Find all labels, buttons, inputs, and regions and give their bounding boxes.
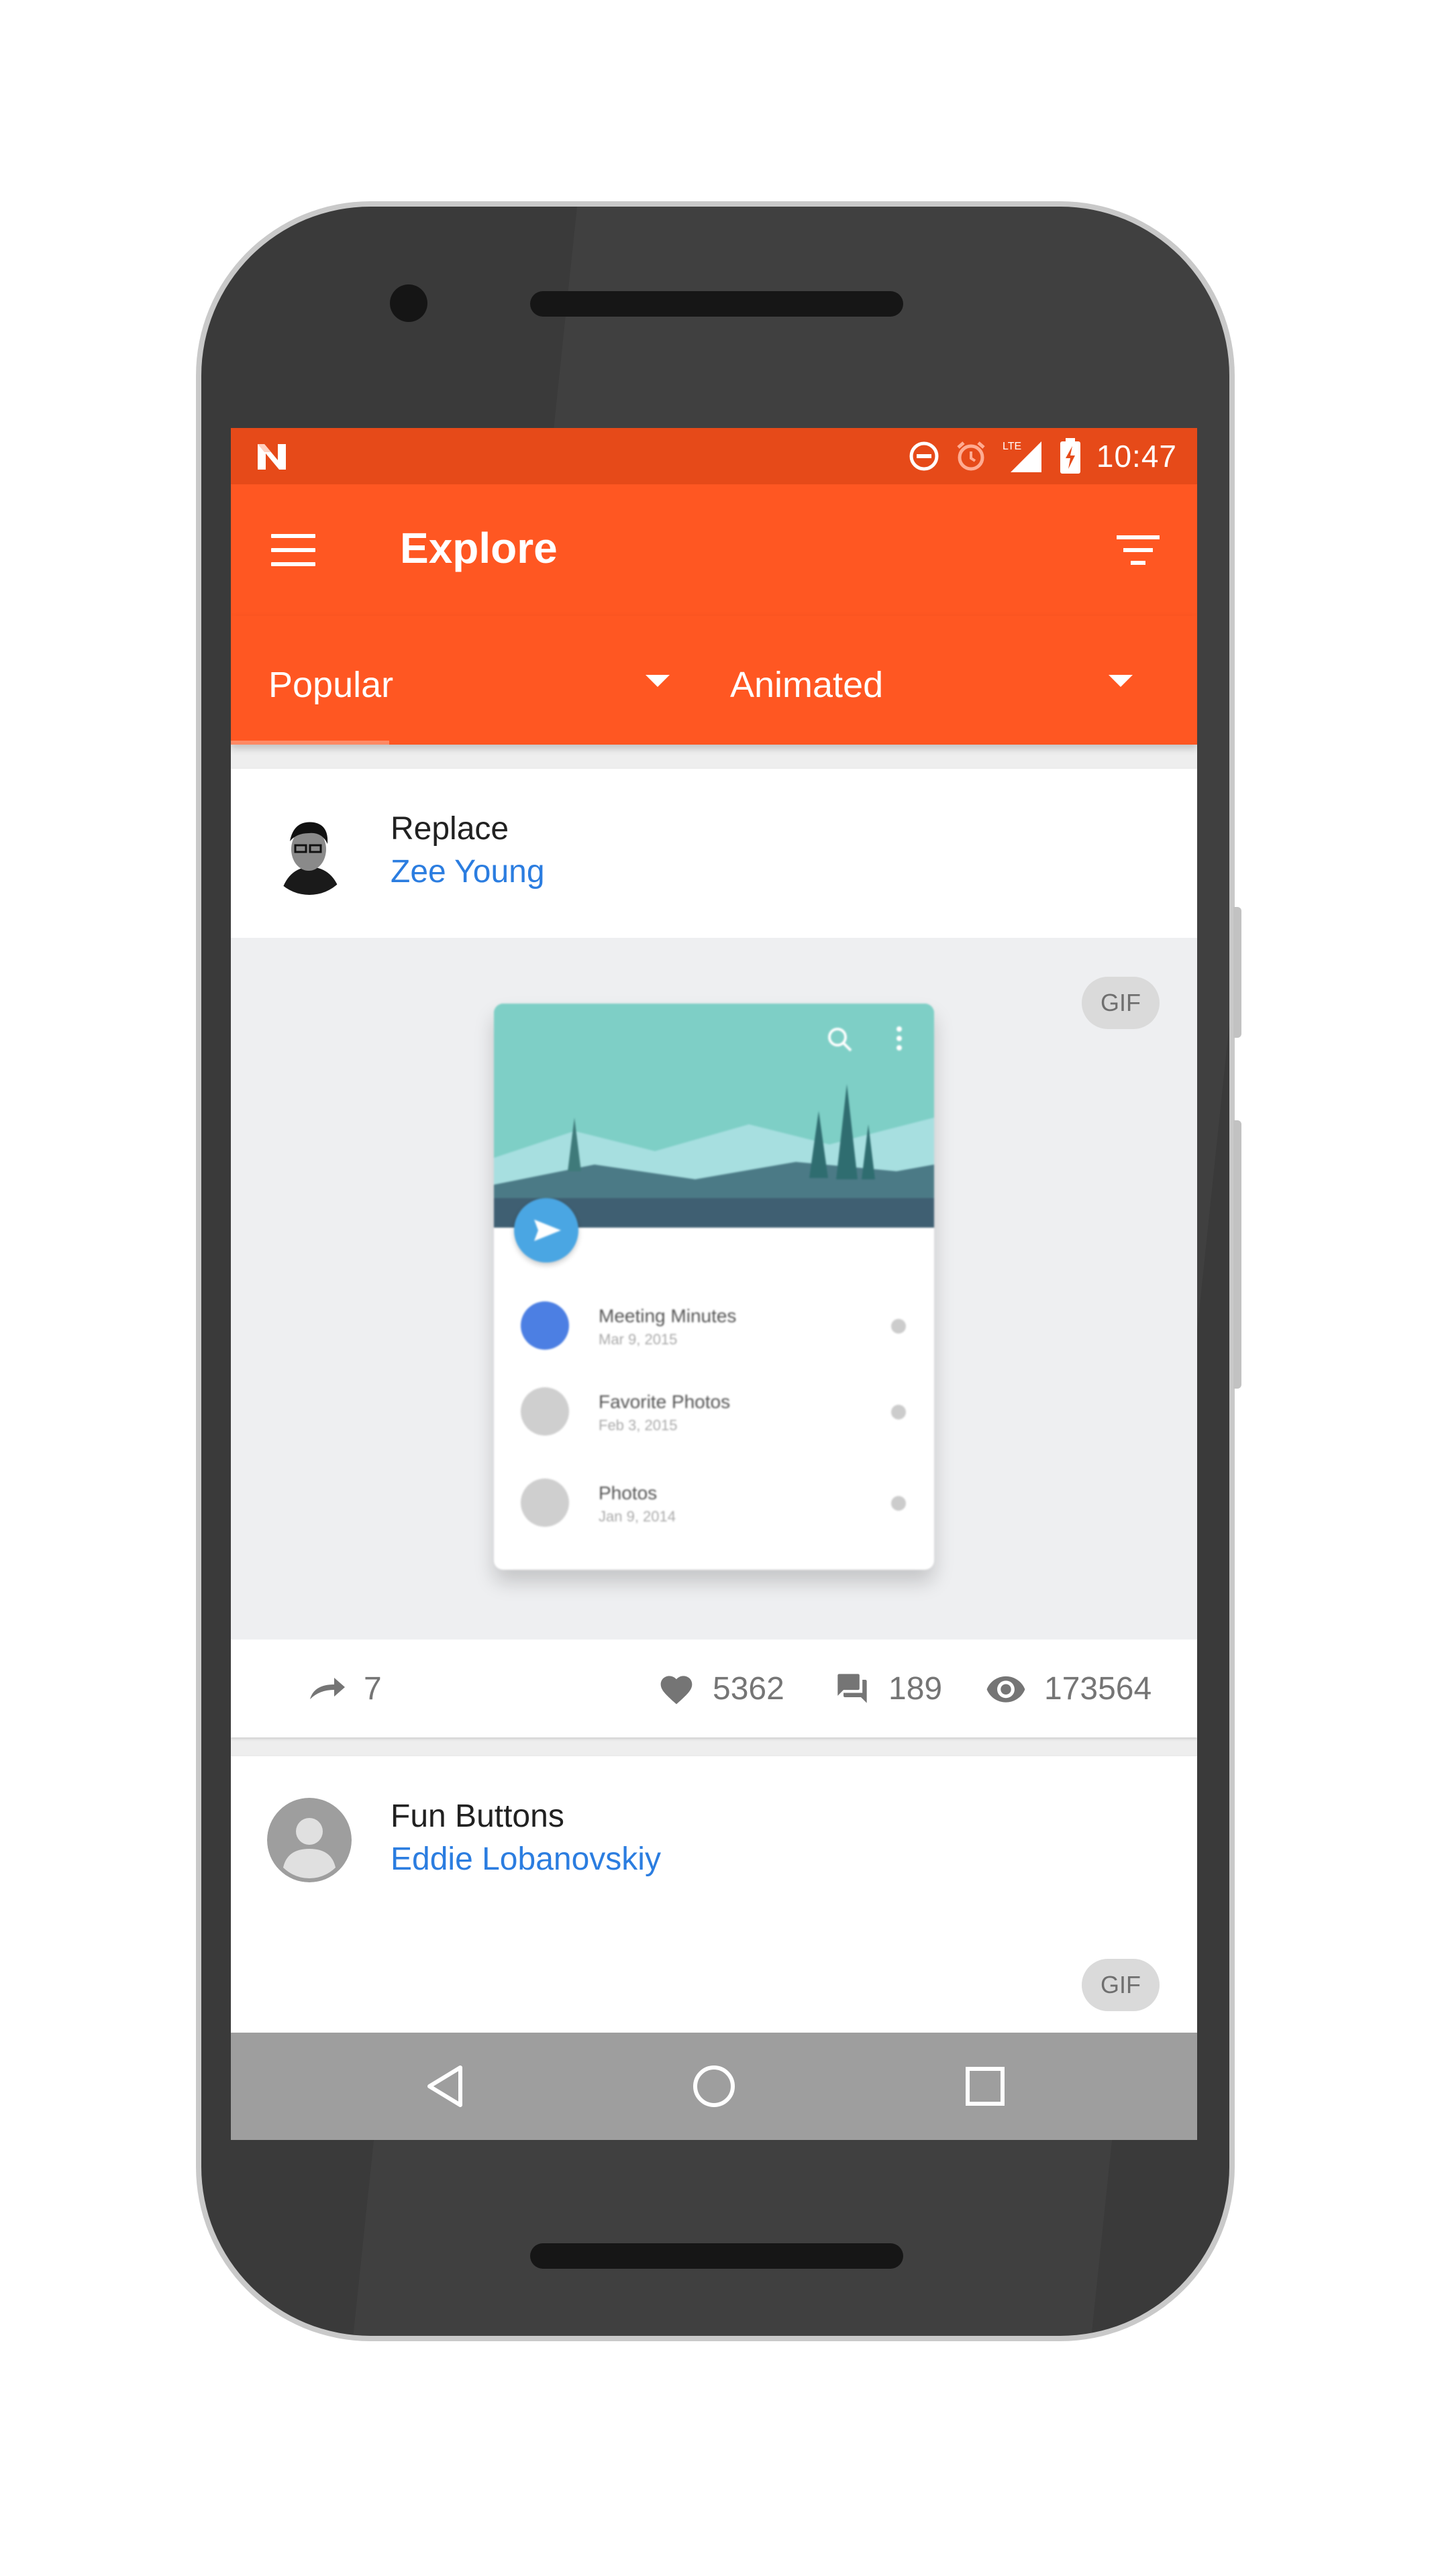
rebound-count: 7 — [364, 1670, 382, 1707]
preview-item-name: Meeting Minutes — [599, 1305, 737, 1326]
volume-button — [1233, 1120, 1241, 1389]
tab-animated[interactable]: Animated — [694, 616, 1157, 745]
comments-stat[interactable]: 189 — [833, 1640, 942, 1737]
info-icon — [891, 1319, 906, 1334]
filter-list-icon[interactable] — [1117, 535, 1160, 568]
gif-badge: GIF — [1082, 977, 1160, 1029]
status-time: 10:47 — [1096, 439, 1177, 474]
dropdown-arrow-icon[interactable] — [1109, 675, 1133, 687]
views-count: 173564 — [1044, 1670, 1152, 1707]
landscape-illustration — [494, 1004, 934, 1228]
tab-indicator — [231, 741, 389, 745]
shot-author-link[interactable]: Zee Young — [391, 853, 545, 890]
preview-list-item: Meeting Minutes Mar 9, 2015 — [494, 1285, 934, 1366]
preview-item-name: Favorite Photos — [599, 1391, 731, 1412]
signal-icon: LTE — [1003, 441, 1041, 472]
back-icon[interactable] — [420, 2059, 474, 2113]
comments-count: 189 — [888, 1670, 943, 1707]
status-icons: LTE 10:47 — [909, 428, 1177, 484]
system-nav-bar — [231, 2033, 1197, 2140]
likes-count: 5362 — [713, 1670, 784, 1707]
hamburger-menu-icon[interactable] — [271, 534, 315, 566]
document-icon — [521, 1301, 569, 1350]
info-icon — [891, 1405, 906, 1419]
status-bar: LTE 10:47 — [231, 428, 1197, 484]
shot-card[interactable]: Replace Zee Young GIF Meeting Minutes Ma… — [231, 769, 1197, 1737]
preview-list-item: Favorite Photos Feb 3, 2015 — [494, 1371, 934, 1452]
heart-icon — [660, 1676, 693, 1705]
shot-stats: 7 5362 189 173564 — [231, 1640, 1197, 1737]
preview-item-date: Mar 9, 2015 — [599, 1331, 678, 1348]
folder-icon — [521, 1387, 569, 1436]
info-icon — [891, 1496, 906, 1511]
preview-item-date: Feb 3, 2015 — [599, 1417, 678, 1434]
folder-icon — [521, 1479, 569, 1527]
bottom-speaker — [530, 2243, 903, 2269]
rebound-icon — [310, 1678, 345, 1699]
do-not-disturb-icon — [909, 441, 939, 471]
preview-item-name: Photos — [599, 1483, 658, 1503]
alarm-icon — [957, 441, 985, 471]
home-icon[interactable] — [687, 2059, 741, 2113]
shot-preview-image: Meeting Minutes Mar 9, 2015 Favorite Pho… — [494, 1004, 934, 1570]
n-notification-icon — [258, 444, 286, 470]
recents-icon[interactable] — [958, 2059, 1012, 2113]
tab-popular-label: Popular — [268, 665, 394, 705]
tab-bar: Popular Animated — [231, 616, 1197, 745]
screen: LTE 10:47 Explore Popular Animated Repla… — [231, 428, 1197, 2140]
shot-title: Replace — [391, 811, 509, 847]
app-bar: Explore — [231, 484, 1197, 616]
send-fab-icon — [514, 1198, 578, 1263]
battery-charging-icon — [1060, 438, 1080, 474]
eye-icon — [986, 1676, 1025, 1703]
shot-preview[interactable]: GIF Meeting Minutes Mar 9, 2015 Favorite… — [231, 938, 1197, 1640]
tab-popular[interactable]: Popular — [231, 616, 694, 745]
views-stat: 173564 — [985, 1640, 1152, 1737]
preview-list-item: Photos Jan 9, 2014 — [494, 1462, 934, 1543]
tab-animated-label: Animated — [730, 665, 884, 705]
likes-stat[interactable]: 5362 — [658, 1640, 784, 1737]
page-title: Explore — [400, 524, 558, 572]
comments-icon — [837, 1674, 867, 1703]
gif-badge: GIF — [1082, 1959, 1160, 2011]
preview-item-date: Jan 9, 2014 — [599, 1508, 676, 1525]
shot-title: Fun Buttons — [391, 1799, 564, 1834]
front-camera — [390, 284, 427, 322]
power-button — [1233, 907, 1241, 1038]
svg-text:LTE: LTE — [1003, 441, 1021, 452]
top-speaker — [530, 291, 903, 317]
dropdown-arrow-icon[interactable] — [646, 675, 670, 687]
rebound-stat[interactable]: 7 — [307, 1640, 382, 1737]
shot-author-link[interactable]: Eddie Lobanovskiy — [391, 1841, 661, 1878]
avatar[interactable] — [267, 1798, 352, 1882]
avatar[interactable] — [267, 810, 352, 895]
